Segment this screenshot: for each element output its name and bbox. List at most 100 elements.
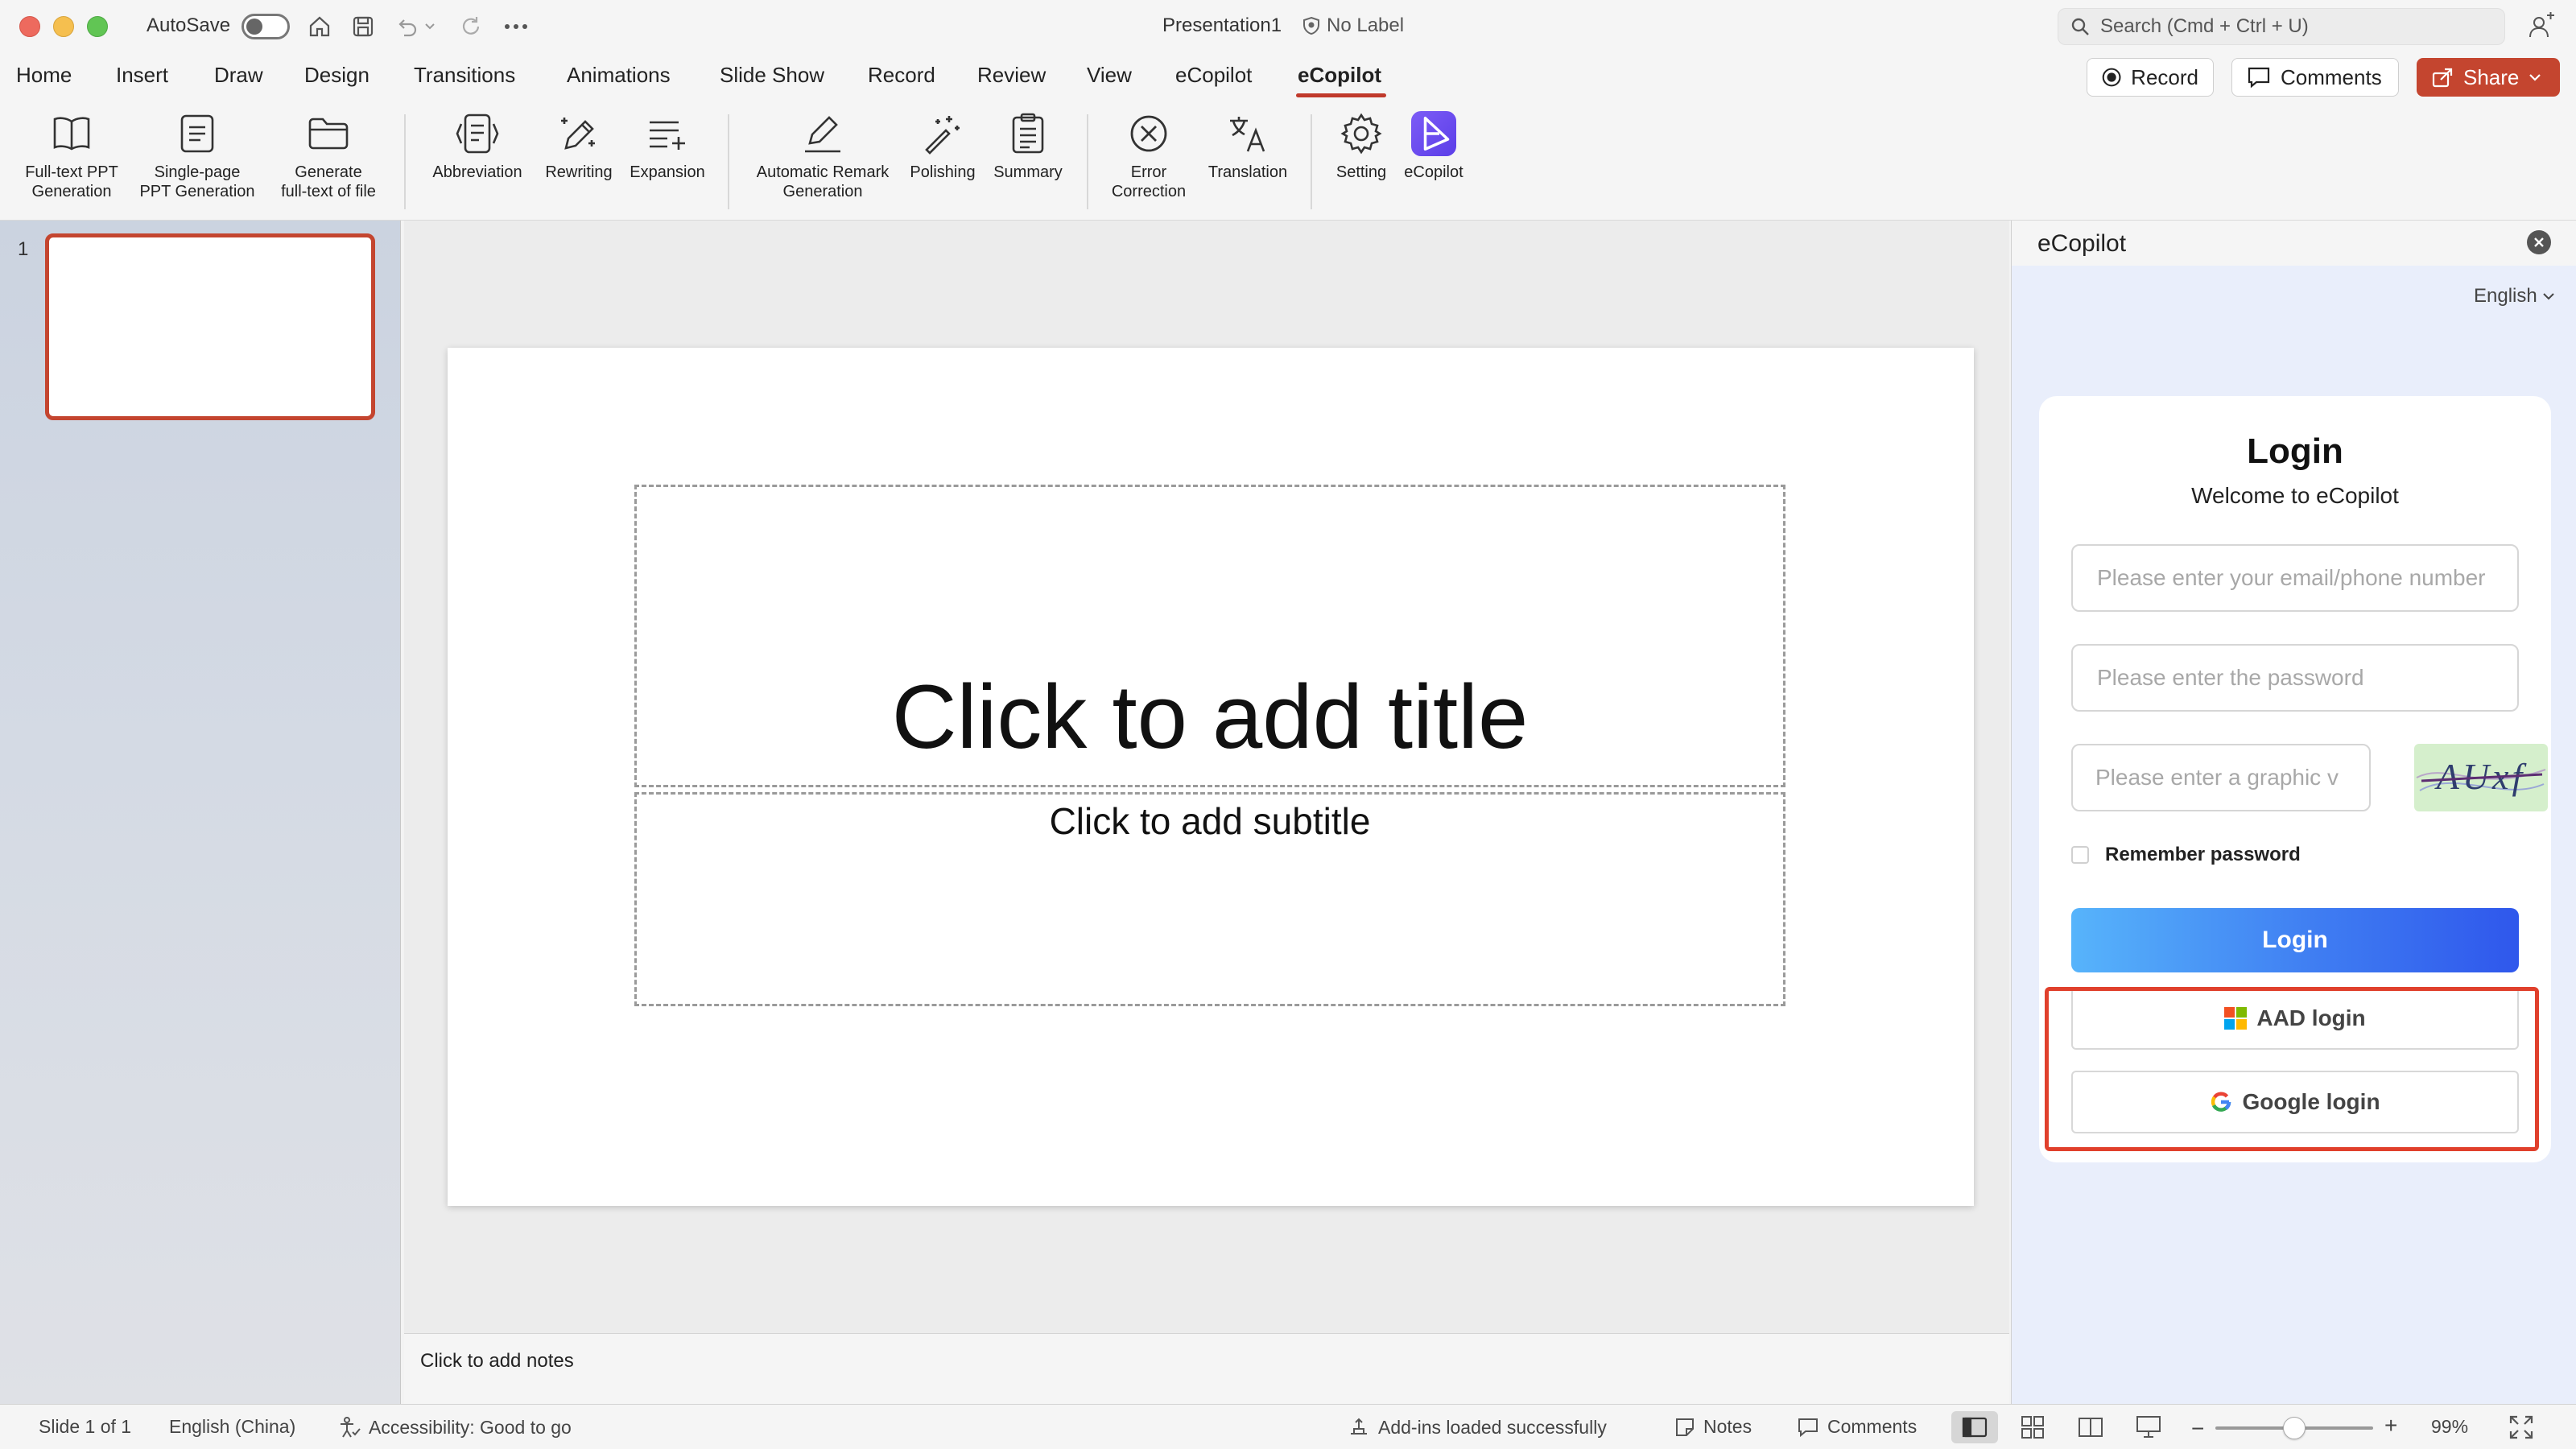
tab-ecopilot[interactable]: eCopilot <box>1175 63 1252 88</box>
remember-password-checkbox[interactable] <box>2071 846 2089 864</box>
abbreviation-button[interactable]: Abbreviation <box>423 111 531 182</box>
comment-icon <box>2248 67 2270 89</box>
rewriting-button[interactable]: Rewriting <box>535 111 623 182</box>
window-maximize-button[interactable] <box>87 16 108 37</box>
comments-status-button[interactable]: Comments <box>1797 1416 1917 1438</box>
ribbon-label-line2: PPT Generation <box>139 183 255 200</box>
share-button[interactable]: Share <box>2417 58 2560 97</box>
translation-button[interactable]: Translation <box>1199 111 1296 182</box>
error-correction-button[interactable]: Error Correction <box>1101 111 1196 201</box>
tab-insert[interactable]: Insert <box>116 63 168 88</box>
remember-password-label: Remember password <box>2105 844 2301 865</box>
account-icon[interactable] <box>2528 11 2557 44</box>
notes-button[interactable]: Notes <box>1674 1416 1752 1438</box>
polishing-button[interactable]: Polishing <box>903 111 982 182</box>
comments-status-label: Comments <box>1827 1416 1918 1437</box>
redo-icon[interactable] <box>456 11 486 42</box>
slide-thumbnail[interactable] <box>45 233 375 420</box>
tab-ecopilot-active[interactable]: eCopilot <box>1298 63 1381 88</box>
slide-sorter-view-button[interactable] <box>2009 1411 2056 1443</box>
notes-pane[interactable]: Click to add notes <box>404 1333 2009 1404</box>
ribbon: Full-text PPT Generation Single-page PPT… <box>0 101 2576 221</box>
slide-counter: Slide 1 of 1 <box>39 1416 132 1437</box>
window-minimize-button[interactable] <box>53 16 74 37</box>
full-text-ppt-generation-button[interactable]: Full-text PPT Generation <box>16 111 127 201</box>
tab-view[interactable]: View <box>1087 63 1132 88</box>
accessibility-status[interactable]: Accessibility: Good to go <box>338 1416 572 1439</box>
title-placeholder[interactable]: Click to add title <box>634 485 1785 787</box>
addins-status[interactable]: Add-ins loaded successfully <box>1348 1416 1607 1439</box>
translate-icon <box>1225 111 1270 156</box>
tab-home[interactable]: Home <box>16 63 72 88</box>
notes-button-label: Notes <box>1703 1416 1752 1437</box>
title-bar: AutoSave Presentation1 No Label Search (… <box>0 0 2576 53</box>
ribbon-label-line2: Correction <box>1111 183 1187 200</box>
login-title: Login <box>2247 431 2343 471</box>
accessibility-icon <box>341 1417 361 1438</box>
language-selector[interactable]: English <box>2474 285 2555 308</box>
home-icon[interactable] <box>304 11 335 42</box>
zoom-slider-handle[interactable] <box>2283 1417 2306 1439</box>
autosave-toggle[interactable] <box>242 14 290 39</box>
undo-dropdown-icon[interactable] <box>420 11 440 42</box>
panel-close-button[interactable] <box>2527 230 2551 254</box>
email-field[interactable] <box>2071 544 2519 612</box>
autosave-label: AutoSave <box>147 14 231 36</box>
record-icon <box>2102 68 2121 87</box>
sensitivity-label[interactable]: No Label <box>1302 13 1404 39</box>
language-status[interactable]: English (China) <box>169 1416 295 1438</box>
tab-slide-show[interactable]: Slide Show <box>720 63 824 88</box>
remember-password[interactable]: Remember password <box>2071 844 2301 866</box>
generate-full-text-of-file-button[interactable]: Generate full-text of file <box>269 111 388 201</box>
tab-record[interactable]: Record <box>868 63 935 88</box>
summary-button[interactable]: Summary <box>985 111 1071 182</box>
record-button[interactable]: Record <box>2087 58 2214 97</box>
login-button[interactable]: Login <box>2071 908 2519 972</box>
ecopilot-button[interactable]: eCopilot <box>1396 111 1472 182</box>
slide-thumbnail-pane: 1 <box>0 221 401 1404</box>
save-icon[interactable] <box>348 11 378 42</box>
single-page-ppt-generation-button[interactable]: Single-page PPT Generation <box>132 111 262 201</box>
tab-design[interactable]: Design <box>304 63 369 88</box>
undo-icon[interactable] <box>391 11 422 42</box>
captcha-field[interactable] <box>2071 744 2371 811</box>
slideshow-view-button[interactable] <box>2125 1411 2172 1443</box>
normal-view-button[interactable] <box>1951 1411 1998 1443</box>
tab-transitions[interactable]: Transitions <box>414 63 515 88</box>
ribbon-label-line1: Translation <box>1208 163 1288 181</box>
language-selector-label: English <box>2474 285 2537 307</box>
tab-review[interactable]: Review <box>977 63 1046 88</box>
clipboard-icon <box>1005 111 1051 156</box>
zoom-in-button[interactable]: + <box>2384 1413 2397 1439</box>
share-icon <box>2432 68 2453 88</box>
fit-to-window-icon[interactable] <box>2508 1414 2534 1440</box>
gear-icon <box>1339 111 1384 156</box>
captcha-image[interactable]: AUxf <box>2414 744 2548 811</box>
share-button-label: Share <box>2463 64 2520 89</box>
ribbon-label-line1: Rewriting <box>545 163 613 181</box>
tab-animations[interactable]: Animations <box>567 63 671 88</box>
tab-draw[interactable]: Draw <box>214 63 263 88</box>
comments-button[interactable]: Comments <box>2231 58 2399 97</box>
search-box[interactable]: Search (Cmd + Ctrl + U) <box>2058 8 2505 45</box>
sensitivity-label-text: No Label <box>1327 14 1405 36</box>
window-close-button[interactable] <box>19 16 40 37</box>
subtitle-placeholder[interactable]: Click to add subtitle <box>634 792 1785 1006</box>
slide-canvas[interactable]: Click to add title Click to add subtitle <box>448 348 1974 1206</box>
setting-button[interactable]: Setting <box>1325 111 1397 182</box>
expansion-button[interactable]: Expansion <box>623 111 712 182</box>
status-bar: Slide 1 of 1 English (China) Accessibili… <box>0 1404 2576 1449</box>
presenter-icon <box>2136 1416 2161 1438</box>
zoom-out-button[interactable]: − <box>2191 1416 2204 1442</box>
addins-status-label: Add-ins loaded successfully <box>1378 1416 1607 1438</box>
zoom-level[interactable]: 99% <box>2431 1416 2468 1438</box>
automatic-remark-generation-button[interactable]: Automatic Remark Generation <box>744 111 902 201</box>
pen-line-icon <box>800 111 845 156</box>
x-circle-icon <box>1126 111 1171 156</box>
normal-view-icon <box>1962 1417 1988 1438</box>
ribbon-label-line2: Generation <box>782 183 863 200</box>
login-subtitle: Welcome to eCopilot <box>2191 483 2399 508</box>
reading-view-button[interactable] <box>2067 1411 2114 1443</box>
more-icon[interactable] <box>501 11 531 42</box>
password-field[interactable] <box>2071 644 2519 712</box>
